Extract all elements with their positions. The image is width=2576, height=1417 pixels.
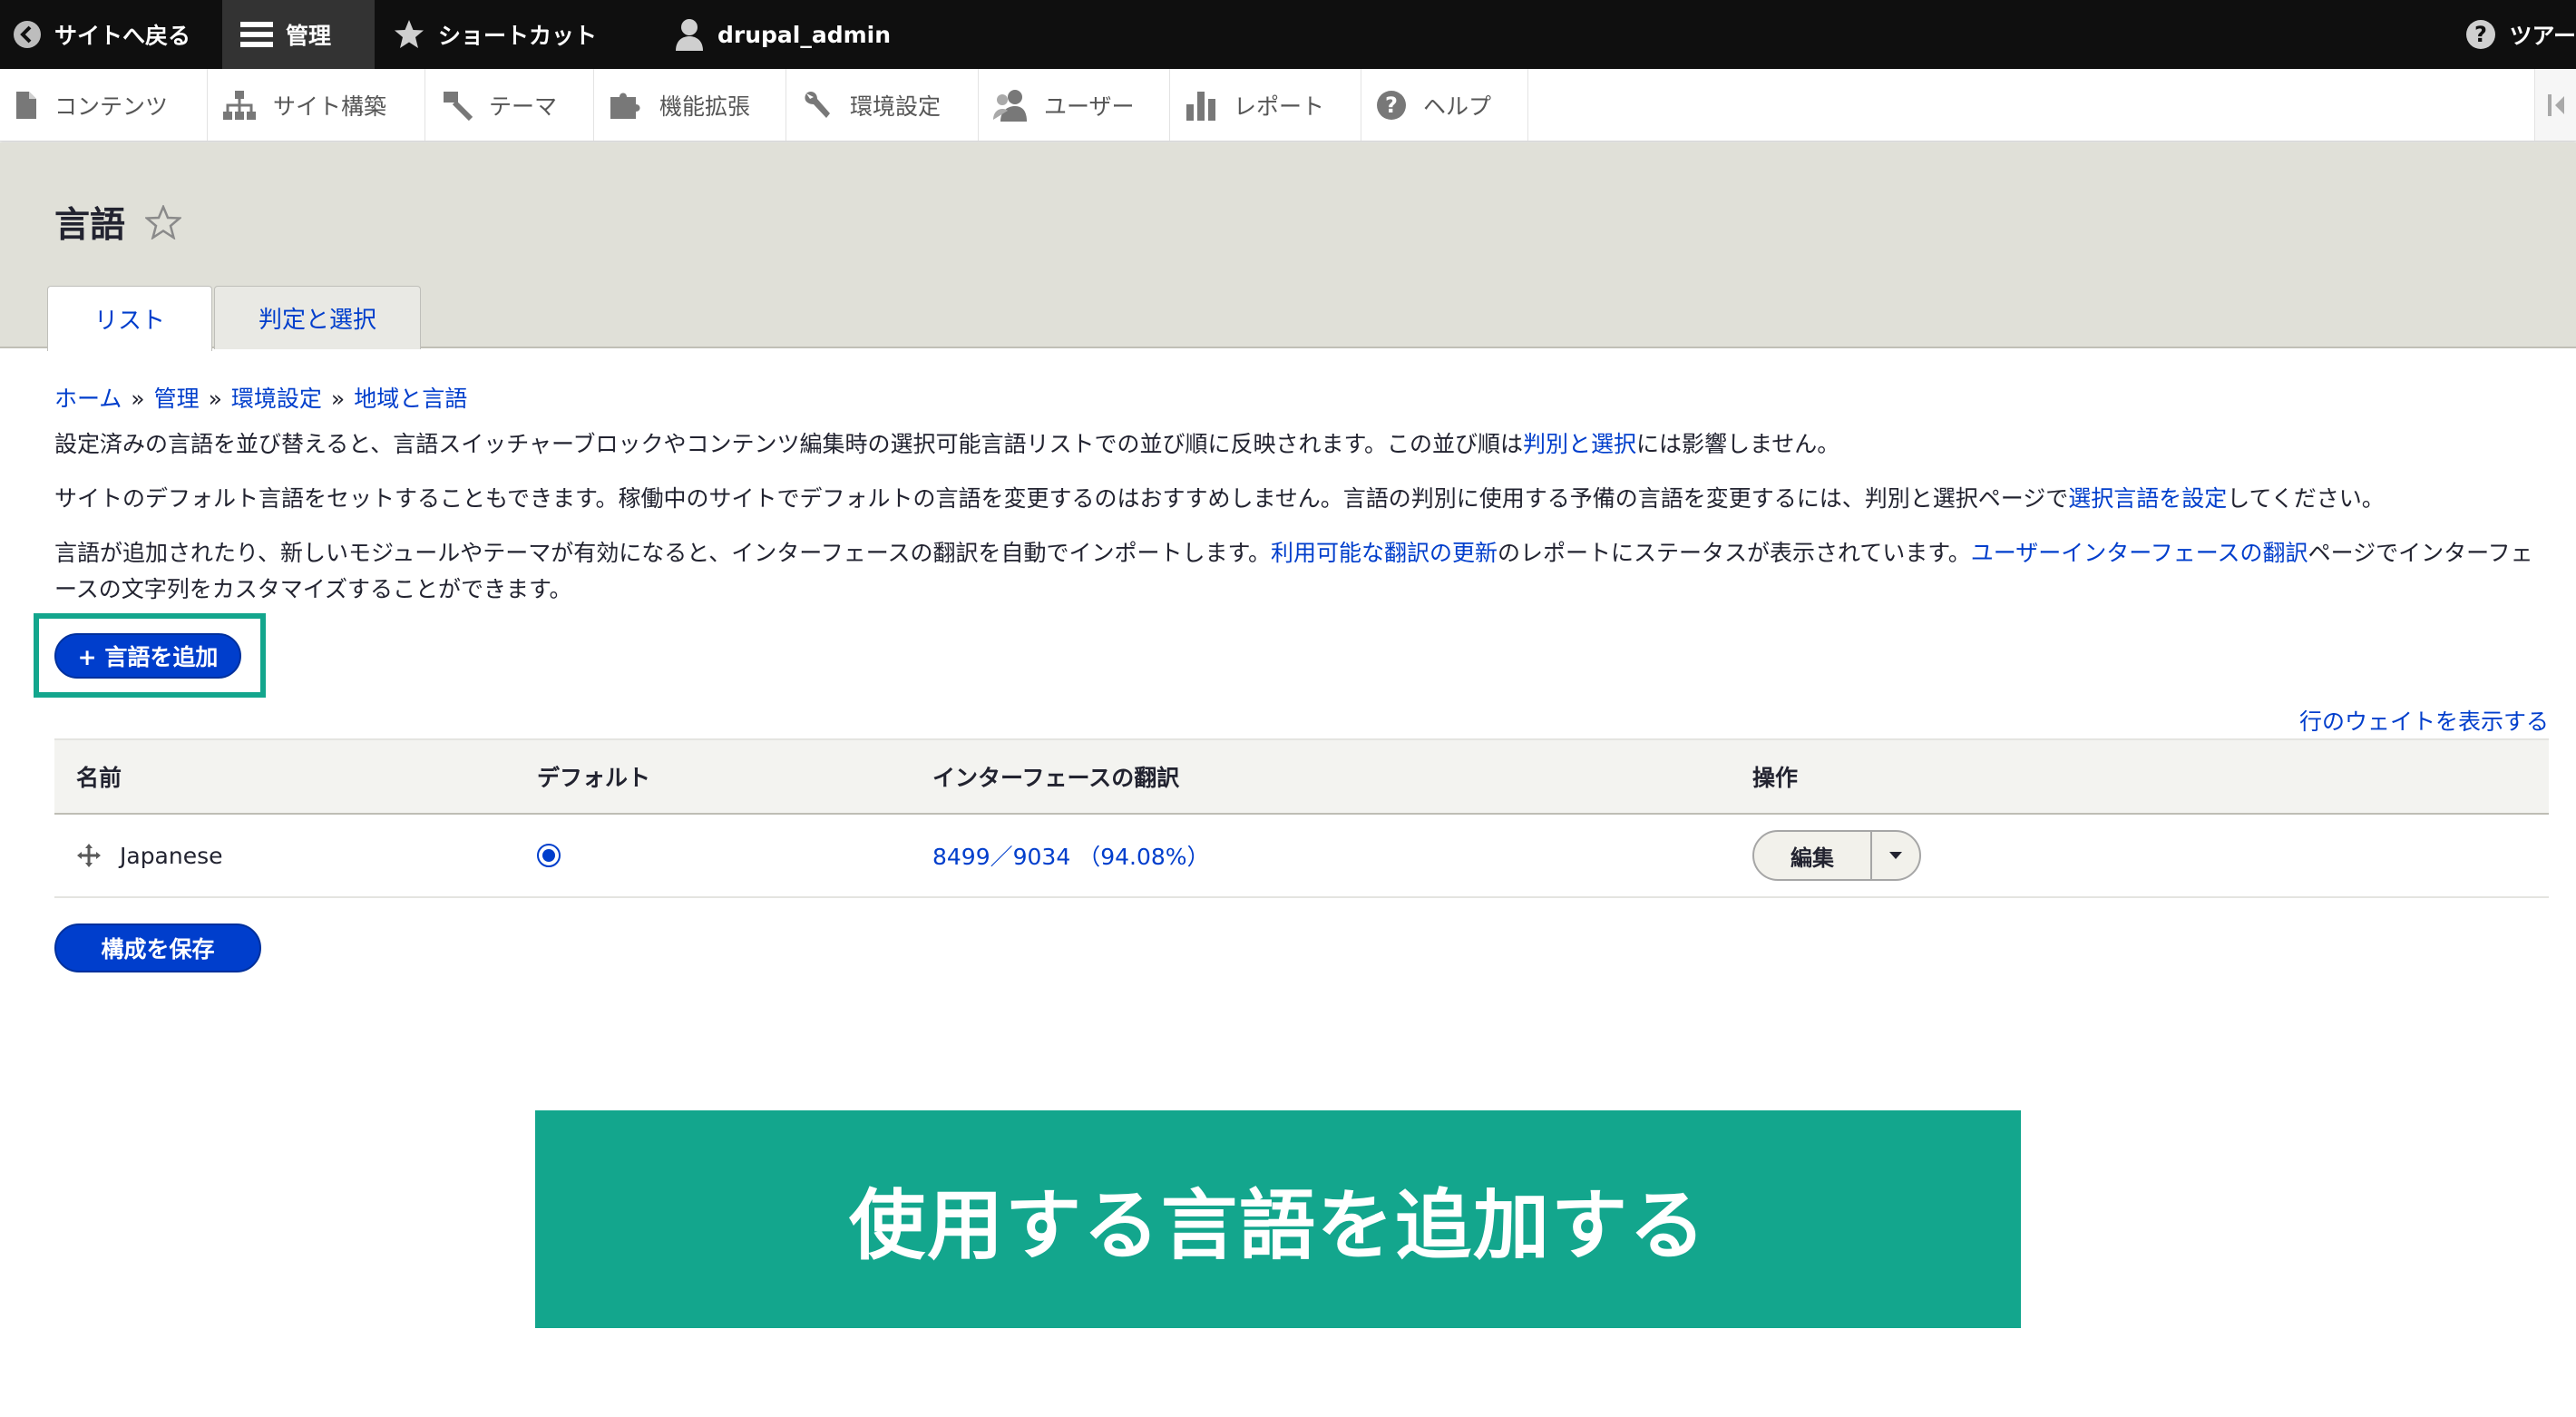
tray-item-appearance[interactable]: テーマ <box>425 69 594 141</box>
header-translation: インターフェースの翻訳 <box>932 765 1180 791</box>
paragraph-text: 言語が追加されたり、新しいモジュールやテーマが有効になると、インターフェースの翻… <box>54 540 1272 566</box>
user-tab[interactable]: drupal_admin <box>656 0 911 69</box>
language-name: Japanese <box>120 842 223 869</box>
tour-label: ツアー <box>2509 23 2576 49</box>
svg-text:?: ? <box>2475 22 2488 47</box>
drag-handle-icon[interactable] <box>76 843 102 868</box>
user-label: drupal_admin <box>717 21 892 48</box>
tray-item-reports[interactable]: レポート <box>1170 69 1361 141</box>
tray-item-people[interactable]: ユーザー <box>979 69 1170 141</box>
help-icon: ? <box>1377 90 1406 120</box>
breadcrumb-config[interactable]: 環境設定 <box>231 386 322 412</box>
tray-item-extend[interactable]: 機能拡張 <box>594 69 786 141</box>
breadcrumb-separator: » <box>330 386 346 412</box>
tray-item-label: サイト構築 <box>273 93 387 120</box>
tray-item-label: レポート <box>1234 93 1325 120</box>
back-to-site-link[interactable]: サイトへ戻る <box>0 0 222 69</box>
table-header: 名前 デフォルト インターフェースの翻訳 操作 <box>54 738 2549 815</box>
tour-button[interactable]: ? ツアー <box>2453 0 2576 69</box>
page-title: 言語 <box>54 205 126 246</box>
breadcrumb-admin[interactable]: 管理 <box>154 386 200 412</box>
tab-list[interactable]: リスト <box>47 286 212 351</box>
collapse-left-icon <box>2547 93 2564 116</box>
shortcuts-label: ショートカット <box>438 23 598 49</box>
puzzle-icon <box>610 93 640 119</box>
ui-translation-link[interactable]: ユーザーインターフェースの翻訳 <box>1971 540 2308 566</box>
tray-item-label: 環境設定 <box>850 93 942 120</box>
show-row-weights-link[interactable]: 行のウェイトを表示する <box>2299 704 2549 737</box>
save-configuration-button[interactable]: 構成を保存 <box>54 923 261 972</box>
back-to-site-label: サイトへ戻る <box>54 23 191 49</box>
description-paragraph: サイトのデフォルト言語をセットすることもできます。稼働中のサイトでデフォルトの言… <box>54 481 2549 517</box>
tray-item-label: テーマ <box>489 93 558 120</box>
operations-dropbutton: 編集 <box>1752 830 1921 881</box>
tray-item-label: ユーザー <box>1044 93 1135 120</box>
detection-selection-link[interactable]: 判別と選択 <box>1523 431 1636 457</box>
tray-item-content[interactable]: コンテンツ <box>0 69 208 141</box>
bar-chart-icon <box>1186 91 1215 121</box>
header-operations: 操作 <box>1752 765 1799 791</box>
add-language-button[interactable]: + 言語を追加 <box>54 633 241 679</box>
tray-item-label: 機能拡張 <box>659 93 751 120</box>
chevron-left-circle-icon <box>14 21 41 48</box>
tray-orientation-toggle[interactable] <box>2534 69 2576 141</box>
tray-item-configuration[interactable]: 環境設定 <box>786 69 979 141</box>
edit-button[interactable]: 編集 <box>1754 832 1872 879</box>
paragraph-text: してください。 <box>2227 485 2385 512</box>
primary-tabs: リスト 判定と選択 <box>47 286 423 351</box>
header-name: 名前 <box>76 765 122 791</box>
caption-banner: 使用する言語を追加する <box>535 1110 2021 1328</box>
languages-table: 名前 デフォルト インターフェースの翻訳 操作 Japanese 8499／90… <box>54 738 2549 898</box>
paragraph-text: サイトのデフォルト言語をセットすることもできます。稼働中のサイトでデフォルトの言… <box>54 485 2069 512</box>
file-icon <box>16 91 36 119</box>
star-icon <box>395 20 424 48</box>
admin-toolbar: サイトへ戻る 管理 ショートカット drupal_admin ? ツアー <box>0 0 2576 69</box>
operations-toggle[interactable] <box>1872 832 1919 879</box>
admin-tray: コンテンツ サイト構築 テーマ 機能拡張 環境設定 ユーザー レポート ? ヘル… <box>0 69 2576 142</box>
translation-progress-link[interactable]: 8499／9034 （94.08%） <box>932 839 1210 872</box>
manage-tab[interactable]: 管理 <box>222 0 375 69</box>
description-paragraph: 言語が追加されたり、新しいモジュールやテーマが有効になると、インターフェースの翻… <box>54 535 2549 608</box>
help-icon: ? <box>2466 20 2496 49</box>
paintbrush-icon <box>444 91 473 121</box>
tray-item-label: コンテンツ <box>54 93 169 120</box>
paragraph-text: には影響しません。 <box>1636 431 1840 457</box>
tray-item-structure[interactable]: サイト構築 <box>208 69 425 141</box>
caret-down-icon <box>1889 852 1902 859</box>
people-icon <box>993 89 1027 122</box>
paragraph-text: のレポートにステータスが表示されています。 <box>1498 540 1971 566</box>
breadcrumb-separator: » <box>131 386 145 412</box>
tab-detection-selection[interactable]: 判定と選択 <box>214 286 421 349</box>
default-language-radio[interactable] <box>537 844 561 867</box>
description-paragraph: 設定済みの言語を並び替えると、言語スイッチャーブロックやコンテンツ編集時の選択可… <box>54 426 2549 463</box>
header-default: デフォルト <box>537 765 651 791</box>
wrench-icon <box>805 91 830 118</box>
favorite-star-icon[interactable] <box>145 205 182 239</box>
svg-text:?: ? <box>1385 93 1398 118</box>
breadcrumb-region-language[interactable]: 地域と言語 <box>354 386 467 412</box>
radio-selected-dot <box>542 849 555 862</box>
tray-item-label: ヘルプ <box>1423 93 1492 120</box>
breadcrumb-separator: » <box>208 386 222 412</box>
sitemap-icon <box>223 90 256 120</box>
set-selected-language-link[interactable]: 選択言語を設定 <box>2068 485 2227 512</box>
table-row: Japanese 8499／9034 （94.08%） 編集 <box>54 815 2549 898</box>
page-header: 言語 リスト 判定と選択 <box>0 142 2576 351</box>
paragraph-text: 設定済みの言語を並び替えると、言語スイッチャーブロックやコンテンツ編集時の選択可… <box>54 431 1524 457</box>
manage-label: 管理 <box>286 23 332 49</box>
available-translation-updates-link[interactable]: 利用可能な翻訳の更新 <box>1271 540 1498 566</box>
breadcrumb: ホーム » 管理 » 環境設定 » 地域と言語 <box>54 381 467 414</box>
hamburger-icon <box>240 22 273 47</box>
breadcrumb-home[interactable]: ホーム <box>54 386 122 412</box>
shortcuts-tab[interactable]: ショートカット <box>375 0 656 69</box>
user-icon <box>676 19 703 51</box>
tray-item-help[interactable]: ? ヘルプ <box>1361 69 1528 141</box>
